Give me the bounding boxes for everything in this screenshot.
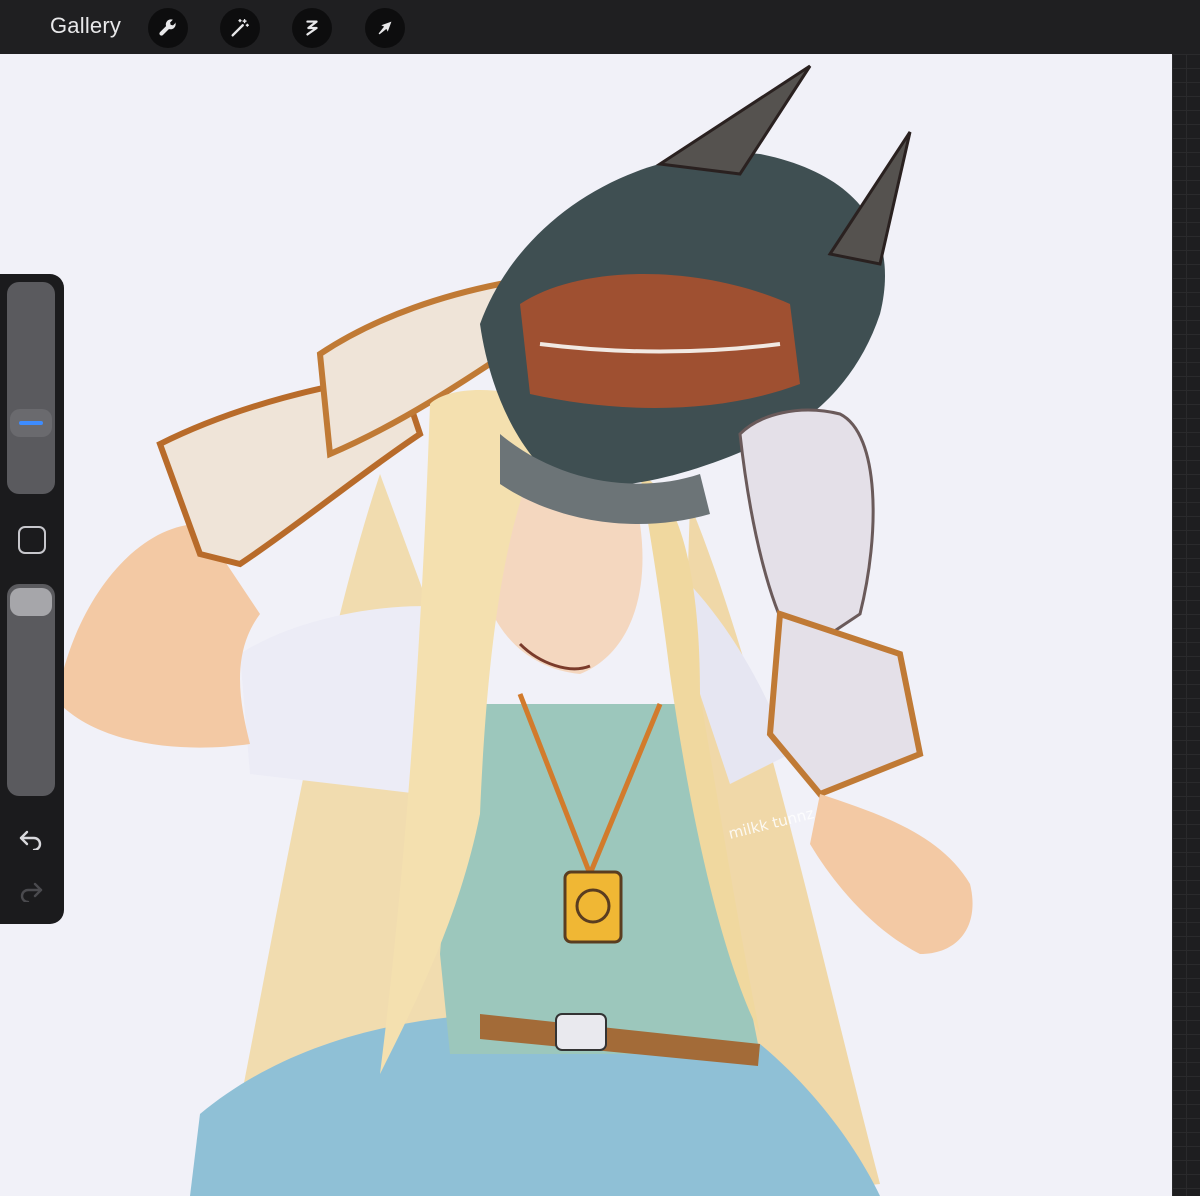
actions-button[interactable] <box>148 8 188 48</box>
undo-button[interactable] <box>16 824 46 854</box>
redo-button[interactable] <box>16 876 46 906</box>
arrow-cursor-icon <box>378 21 392 35</box>
artwork-illustration: milkk tunnz <box>60 64 973 1196</box>
right-grid-strip <box>1172 54 1200 1196</box>
left-sidebar <box>0 274 64 924</box>
brush-size-handle[interactable] <box>10 409 52 438</box>
adjustments-button[interactable] <box>220 8 260 48</box>
magic-wand-icon <box>231 19 249 37</box>
square-icon[interactable] <box>18 526 46 554</box>
top-toolbar: Gallery <box>0 0 1200 54</box>
opacity-handle[interactable] <box>10 588 52 616</box>
brush-size-slider[interactable] <box>7 282 55 494</box>
opacity-slider[interactable] <box>7 584 55 796</box>
drawing-canvas[interactable]: milkk tunnz <box>0 54 1172 1196</box>
wrench-icon <box>159 19 176 36</box>
undo-icon <box>19 830 42 850</box>
gallery-button[interactable]: Gallery <box>50 13 121 39</box>
transform-button[interactable] <box>365 8 405 48</box>
redo-icon <box>20 882 43 902</box>
selection-s-icon <box>306 20 318 36</box>
selection-button[interactable] <box>292 8 332 48</box>
